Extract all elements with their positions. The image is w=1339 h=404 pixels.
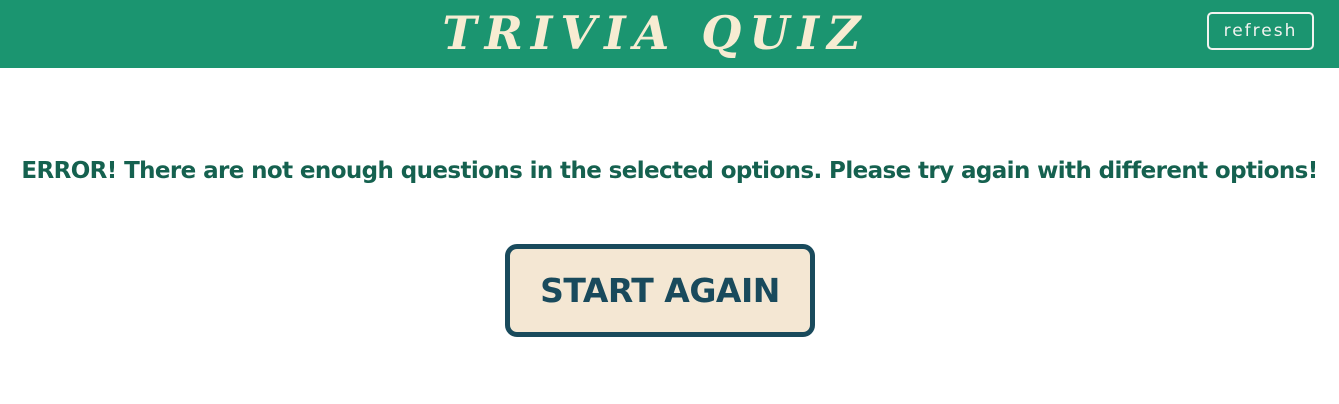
error-message: ERROR! There are not enough questions in… (21, 158, 1318, 184)
app-header: TRIVIA QUIZ refresh (0, 0, 1339, 68)
app-title: TRIVIA QUIZ (442, 6, 869, 60)
refresh-button[interactable]: refresh (1207, 12, 1314, 50)
start-again-button[interactable]: START AGAIN (505, 244, 815, 337)
